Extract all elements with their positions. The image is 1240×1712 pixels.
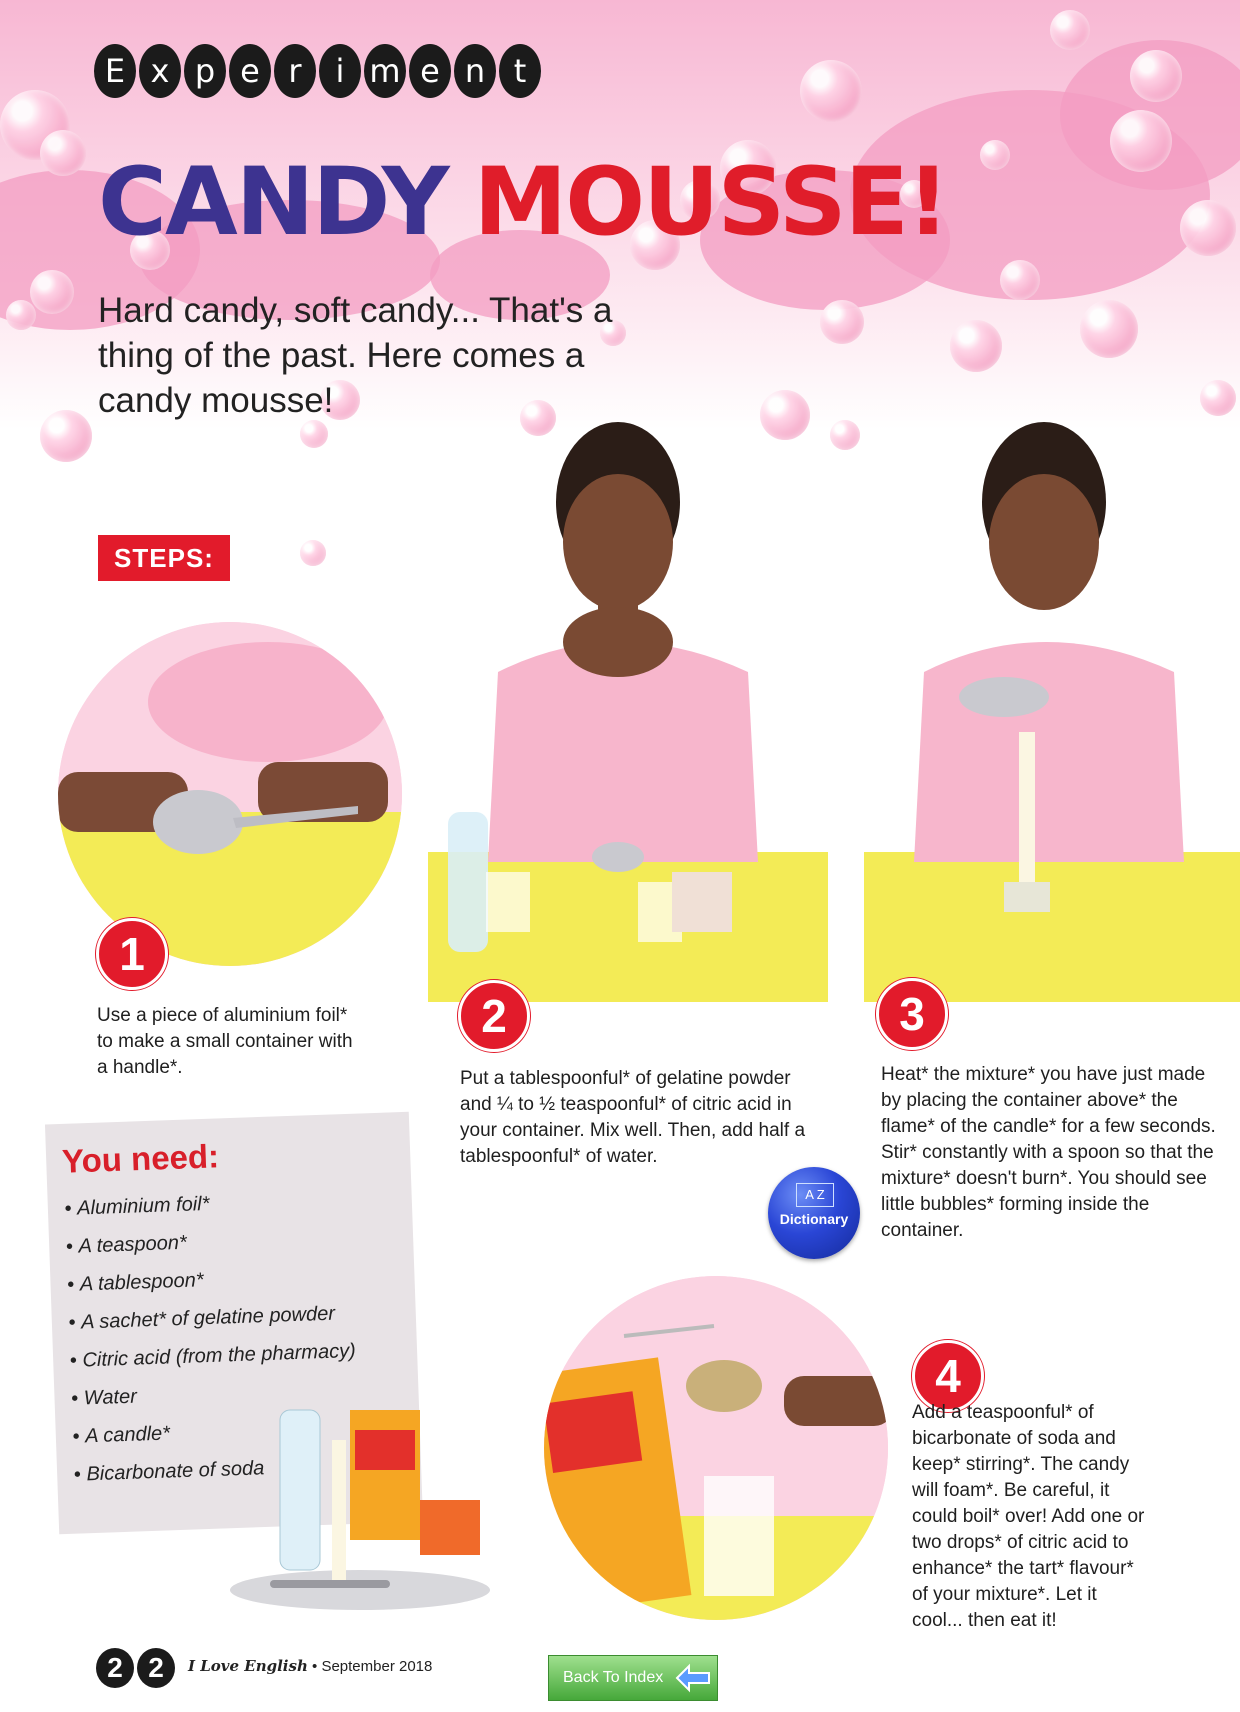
badge-letter: t — [499, 44, 541, 98]
step-3-photo — [864, 412, 1240, 1002]
step-3-text: Heat* the mixture* you have just made by… — [881, 1064, 1216, 1241]
badge-letter: m — [364, 44, 406, 98]
badge-letter: x — [139, 44, 181, 98]
page-digit: 2 — [96, 1648, 134, 1688]
you-need-title: You need: — [61, 1137, 220, 1180]
badge-letter: e — [409, 44, 451, 98]
back-to-index-button[interactable]: Back To Index — [548, 1655, 718, 1701]
intro-text: Hard candy, soft candy... That's a thing… — [98, 291, 613, 420]
dictionary-az-icon: A Z — [796, 1183, 834, 1207]
step-1-number: 1 — [96, 918, 168, 990]
step-4-text: Add a teaspoonful* of bicarbonate of sod… — [912, 1402, 1145, 1631]
issue-date: • September 2018 — [312, 1658, 433, 1675]
experiment-badge: E x p e r i m e n t — [94, 44, 541, 98]
step-1-photo — [58, 622, 402, 966]
materials-photo — [220, 1400, 500, 1620]
steps-label: STEPS: — [98, 535, 230, 581]
badge-letter: i — [319, 44, 361, 98]
back-to-index-label: Back To Index — [563, 1669, 664, 1686]
step-2-photo — [428, 412, 828, 1002]
step-1-text: Use a piece of aluminium foil* to make a… — [97, 1005, 353, 1078]
title-part-candy: CANDY — [98, 148, 450, 257]
badge-letter: e — [229, 44, 271, 98]
dictionary-badge[interactable]: A Z Dictionary — [768, 1167, 860, 1259]
step-2-text: Put a tablespoonful* of gelatine powder … — [460, 1068, 806, 1167]
magazine-name: I Love English — [188, 1657, 308, 1675]
step-4-photo — [544, 1276, 888, 1620]
badge-letter: r — [274, 44, 316, 98]
badge-letter: p — [184, 44, 226, 98]
badge-letter: E — [94, 44, 136, 98]
step-3-number: 3 — [876, 978, 948, 1050]
footer-text: I Love English • September 2018 — [188, 1657, 432, 1675]
page-number: 2 2 — [96, 1648, 175, 1688]
title-part-mousse: MOUSSE! — [473, 148, 950, 257]
page-title: CANDY MOUSSE! — [98, 148, 950, 257]
page-digit: 2 — [137, 1648, 175, 1688]
dictionary-label: Dictionary — [779, 1211, 849, 1227]
step-2-number: 2 — [458, 980, 530, 1052]
back-arrow-icon — [675, 1663, 710, 1693]
badge-letter: n — [454, 44, 496, 98]
